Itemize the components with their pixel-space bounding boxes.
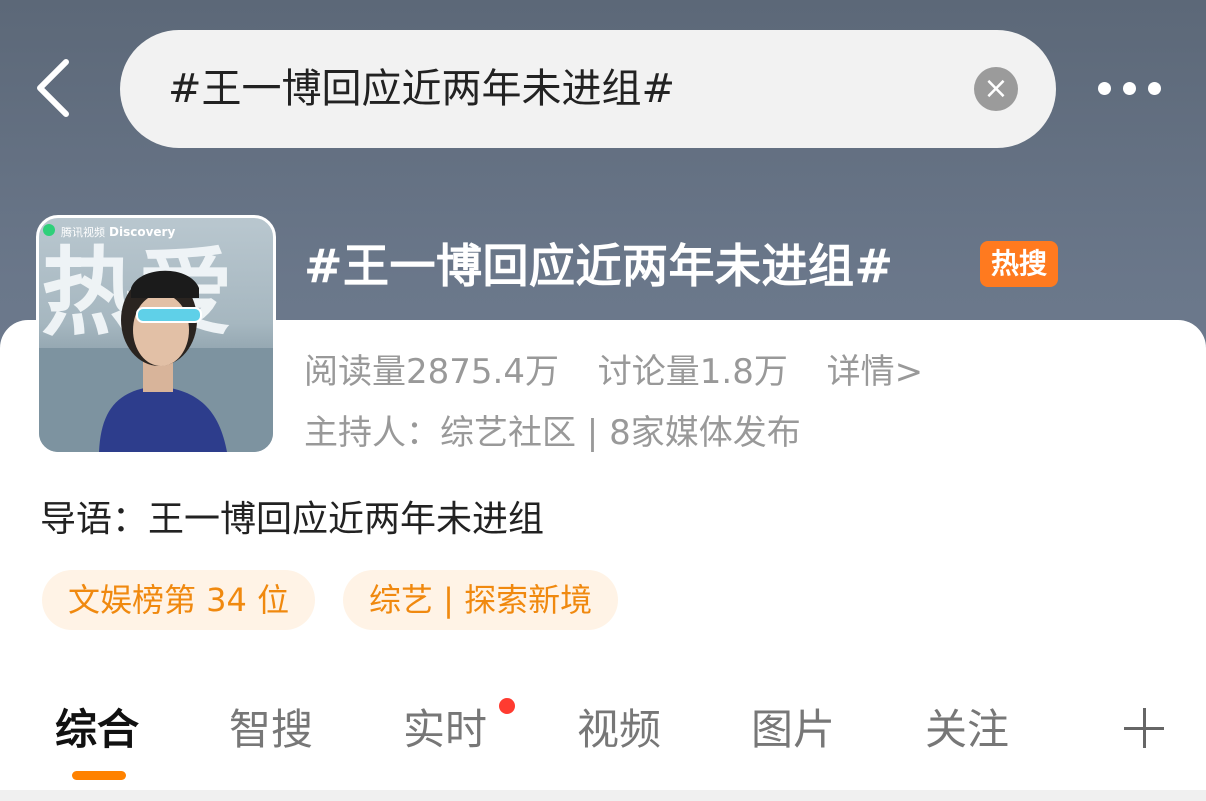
search-query[interactable]: #王一博回应近两年未进组# — [168, 63, 675, 115]
tab-following[interactable]: 关注 — [925, 700, 1009, 760]
tab-images[interactable]: 图片 — [751, 700, 835, 760]
tab-video[interactable]: 视频 — [577, 700, 661, 760]
details-link[interactable]: 详情> — [827, 352, 924, 392]
cover-artwork: 腾讯视频 Discovery 热爱 — [39, 224, 273, 452]
host-info[interactable]: 主持人：综艺社区 | 8家媒体发布 — [304, 411, 801, 455]
topic-intro: 导语：王一博回应近两年未进组 — [40, 499, 545, 540]
back-button[interactable] — [30, 56, 82, 120]
tab-smart-search[interactable]: 智搜 — [229, 700, 313, 760]
category-tag[interactable]: 综艺 | 探索新境 — [343, 570, 619, 630]
more-options-button[interactable] — [1090, 70, 1170, 110]
topic-cover-image[interactable]: 腾讯视频 Discovery 热爱 — [36, 215, 276, 455]
bottom-divider — [0, 790, 1206, 801]
search-bar[interactable]: #王一博回应近两年未进组# × — [120, 30, 1056, 148]
realtime-notification-dot — [499, 698, 515, 714]
chevron-left-icon — [37, 59, 69, 117]
result-tabs: 综合 智搜 实时 视频 图片 关注 — [0, 700, 1206, 770]
close-icon: × — [983, 71, 1009, 106]
hot-search-badge: 热搜 — [980, 241, 1058, 287]
tab-realtime[interactable]: 实时 — [403, 700, 487, 760]
tab-comprehensive[interactable]: 综合 — [55, 700, 139, 760]
topic-title: #王一博回应近两年未进组# — [304, 239, 894, 293]
active-tab-indicator — [72, 771, 126, 780]
clear-search-button[interactable]: × — [974, 67, 1018, 111]
read-count: 阅读量2875.4万 — [304, 352, 559, 392]
more-dots-icon — [1098, 82, 1111, 95]
ranking-tag[interactable]: 文娱榜第 34 位 — [42, 570, 316, 630]
discussion-count: 讨论量1.8万 — [597, 352, 788, 392]
add-tab-button[interactable] — [1124, 708, 1164, 748]
topic-stats: 阅读量2875.4万 讨论量1.8万 详情> — [304, 350, 951, 394]
